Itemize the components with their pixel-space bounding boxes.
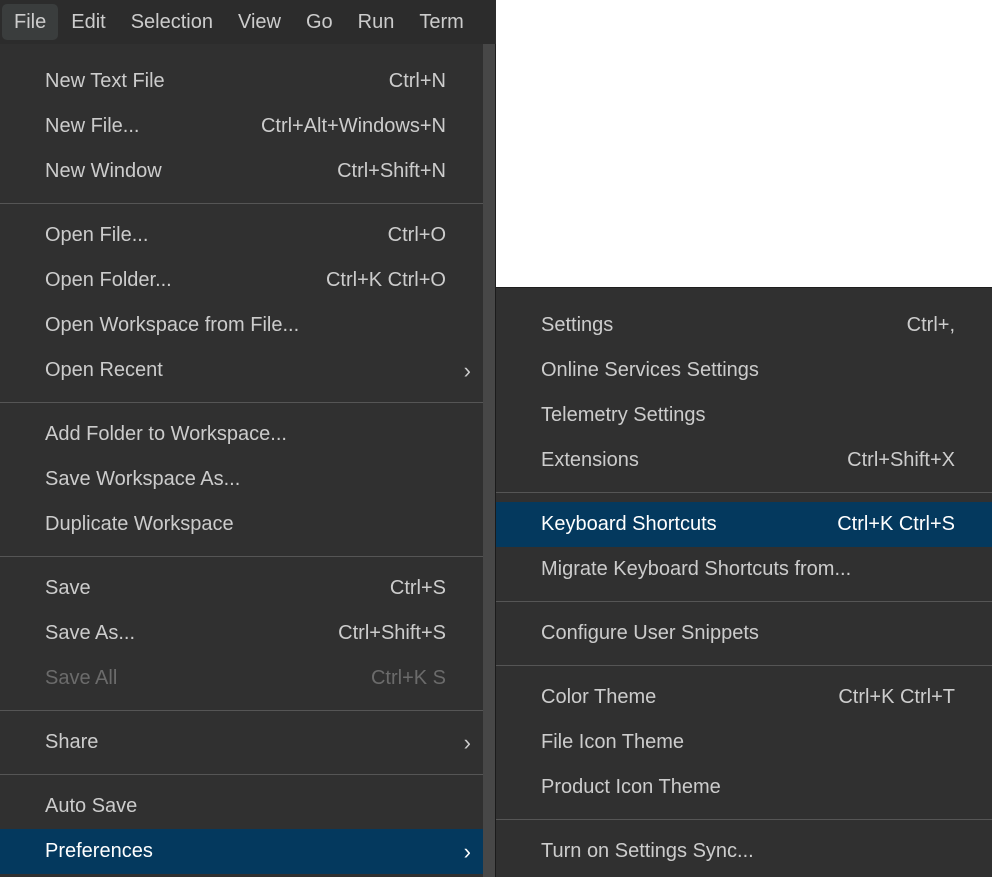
menu-item-label: Open Workspace from File... bbox=[45, 314, 300, 336]
menu-item-telemetry-settings[interactable]: Telemetry Settings bbox=[496, 393, 992, 438]
shortcut-label: Ctrl+O bbox=[387, 224, 446, 246]
shortcut-label: Ctrl+K S bbox=[370, 667, 446, 689]
menubar-term[interactable]: Term bbox=[407, 4, 475, 40]
shortcut-label: Ctrl+K Ctrl+O bbox=[325, 269, 446, 291]
shortcut-label: Ctrl+K Ctrl+S bbox=[837, 513, 955, 535]
menu-item-open-recent[interactable]: Open Recent › bbox=[0, 348, 483, 393]
menu-item-label: Migrate Keyboard Shortcuts from... bbox=[541, 558, 852, 580]
menu-item-label: Telemetry Settings bbox=[541, 404, 706, 426]
menu-item-label: Open File... bbox=[45, 224, 149, 246]
menu-item-save-as[interactable]: Save As... Ctrl+Shift+S bbox=[0, 611, 483, 656]
chevron-right-icon: › bbox=[463, 839, 471, 864]
menu-item-auto-save[interactable]: Auto Save bbox=[0, 784, 483, 829]
menu-item-new-text-file[interactable]: New Text File Ctrl+N bbox=[0, 59, 483, 104]
menu-separator bbox=[0, 701, 483, 720]
editor-area bbox=[496, 0, 992, 287]
menu-item-settings[interactable]: Settings Ctrl+, bbox=[496, 303, 992, 348]
menu-item-label: Configure User Snippets bbox=[541, 622, 759, 644]
menu-item-label: Open Recent bbox=[45, 359, 163, 381]
menu-item-save[interactable]: Save Ctrl+S bbox=[0, 566, 483, 611]
menu-item-keyboard-shortcuts[interactable]: Keyboard Shortcuts Ctrl+K Ctrl+S bbox=[496, 502, 992, 547]
menu-item-add-folder-to-workspace[interactable]: Add Folder to Workspace... bbox=[0, 412, 483, 457]
menu-item-open-workspace-from-file[interactable]: Open Workspace from File... bbox=[0, 303, 483, 348]
shortcut-label: Ctrl+Alt+Windows+N bbox=[260, 115, 446, 137]
menu-item-online-services-settings[interactable]: Online Services Settings bbox=[496, 348, 992, 393]
menu-item-label: Add Folder to Workspace... bbox=[45, 423, 287, 445]
menu-item-label: Save As... bbox=[45, 622, 136, 644]
menu-item-label: Keyboard Shortcuts bbox=[541, 513, 717, 535]
menu-item-label: Settings bbox=[541, 314, 614, 336]
menu-item-label: Save All bbox=[45, 667, 118, 689]
menubar-edit[interactable]: Edit bbox=[59, 4, 117, 40]
chevron-right-icon: › bbox=[463, 358, 471, 383]
menu-item-label: Color Theme bbox=[541, 686, 657, 708]
menu-item-product-icon-theme[interactable]: Product Icon Theme bbox=[496, 765, 992, 810]
menu-item-configure-user-snippets[interactable]: Configure User Snippets bbox=[496, 611, 992, 656]
shortcut-label: Ctrl+S bbox=[389, 577, 446, 599]
menu-item-label: New Text File bbox=[45, 70, 165, 92]
menubar-go[interactable]: Go bbox=[294, 4, 345, 40]
menu-item-label: Turn on Settings Sync... bbox=[541, 840, 754, 862]
menu-item-label: Share bbox=[45, 731, 99, 753]
chevron-right-icon: › bbox=[463, 730, 471, 755]
menu-item-turn-on-settings-sync[interactable]: Turn on Settings Sync... bbox=[496, 829, 992, 874]
shortcut-label: Ctrl+, bbox=[906, 314, 955, 336]
menu-bar: File Edit Selection View Go Run Term bbox=[0, 0, 496, 44]
shortcut-label: Ctrl+K Ctrl+T bbox=[838, 686, 955, 708]
menu-item-file-icon-theme[interactable]: File Icon Theme bbox=[496, 720, 992, 765]
menu-item-label: Online Services Settings bbox=[541, 359, 759, 381]
menu-item-share[interactable]: Share › bbox=[0, 720, 483, 765]
menu-separator bbox=[496, 810, 992, 829]
shortcut-label: Ctrl+Shift+X bbox=[847, 449, 955, 471]
menu-scrollbar[interactable] bbox=[483, 44, 495, 877]
shortcut-label: Ctrl+N bbox=[388, 70, 446, 92]
menu-separator bbox=[496, 483, 992, 502]
menu-item-open-folder[interactable]: Open Folder... Ctrl+K Ctrl+O bbox=[0, 258, 483, 303]
menu-item-label: Open Folder... bbox=[45, 269, 172, 291]
menubar-selection[interactable]: Selection bbox=[119, 4, 225, 40]
menu-item-label: File Icon Theme bbox=[541, 731, 685, 753]
menu-item-extensions[interactable]: Extensions Ctrl+Shift+X bbox=[496, 438, 992, 483]
menu-item-label: Save bbox=[45, 577, 91, 599]
menubar-file[interactable]: File bbox=[2, 4, 59, 40]
menu-separator bbox=[496, 592, 992, 611]
menu-item-label: New Window bbox=[45, 160, 162, 182]
menu-item-label: New File... bbox=[45, 115, 140, 137]
menu-item-save-workspace-as[interactable]: Save Workspace As... bbox=[0, 457, 483, 502]
menu-item-open-file[interactable]: Open File... Ctrl+O bbox=[0, 213, 483, 258]
shortcut-label: Ctrl+Shift+S bbox=[338, 622, 446, 644]
menu-item-label: Duplicate Workspace bbox=[45, 513, 234, 535]
shortcut-label: Ctrl+Shift+N bbox=[337, 160, 446, 182]
menu-item-duplicate-workspace[interactable]: Duplicate Workspace bbox=[0, 502, 483, 547]
menu-item-migrate-keyboard-shortcuts-from[interactable]: Migrate Keyboard Shortcuts from... bbox=[496, 547, 992, 592]
menubar-run[interactable]: Run bbox=[346, 4, 407, 40]
menubar-view[interactable]: View bbox=[226, 4, 293, 40]
menu-item-label: Extensions bbox=[541, 449, 639, 471]
menu-item-color-theme[interactable]: Color Theme Ctrl+K Ctrl+T bbox=[496, 675, 992, 720]
menu-item-label: Auto Save bbox=[45, 795, 138, 817]
menu-item-preferences[interactable]: Preferences › bbox=[0, 829, 483, 874]
menu-separator bbox=[0, 547, 483, 566]
menu-separator bbox=[496, 656, 992, 675]
menu-item-label: Product Icon Theme bbox=[541, 776, 721, 798]
menu-separator bbox=[0, 393, 483, 412]
preferences-submenu: Settings Ctrl+, Online Services Settings Te… bbox=[495, 288, 992, 877]
menu-separator bbox=[0, 765, 483, 784]
menu-item-new-window[interactable]: New Window Ctrl+Shift+N bbox=[0, 149, 483, 194]
file-menu: New Text File Ctrl+N New File... Ctrl+Alt+W… bbox=[0, 44, 483, 877]
menu-item-new-file[interactable]: New File... Ctrl+Alt+Windows+N bbox=[0, 104, 483, 149]
menu-separator bbox=[0, 194, 483, 213]
menu-item-label: Save Workspace As... bbox=[45, 468, 241, 490]
menu-item-save-all[interactable]: Save All Ctrl+K S bbox=[0, 656, 483, 701]
menu-item-label: Preferences bbox=[45, 840, 153, 862]
